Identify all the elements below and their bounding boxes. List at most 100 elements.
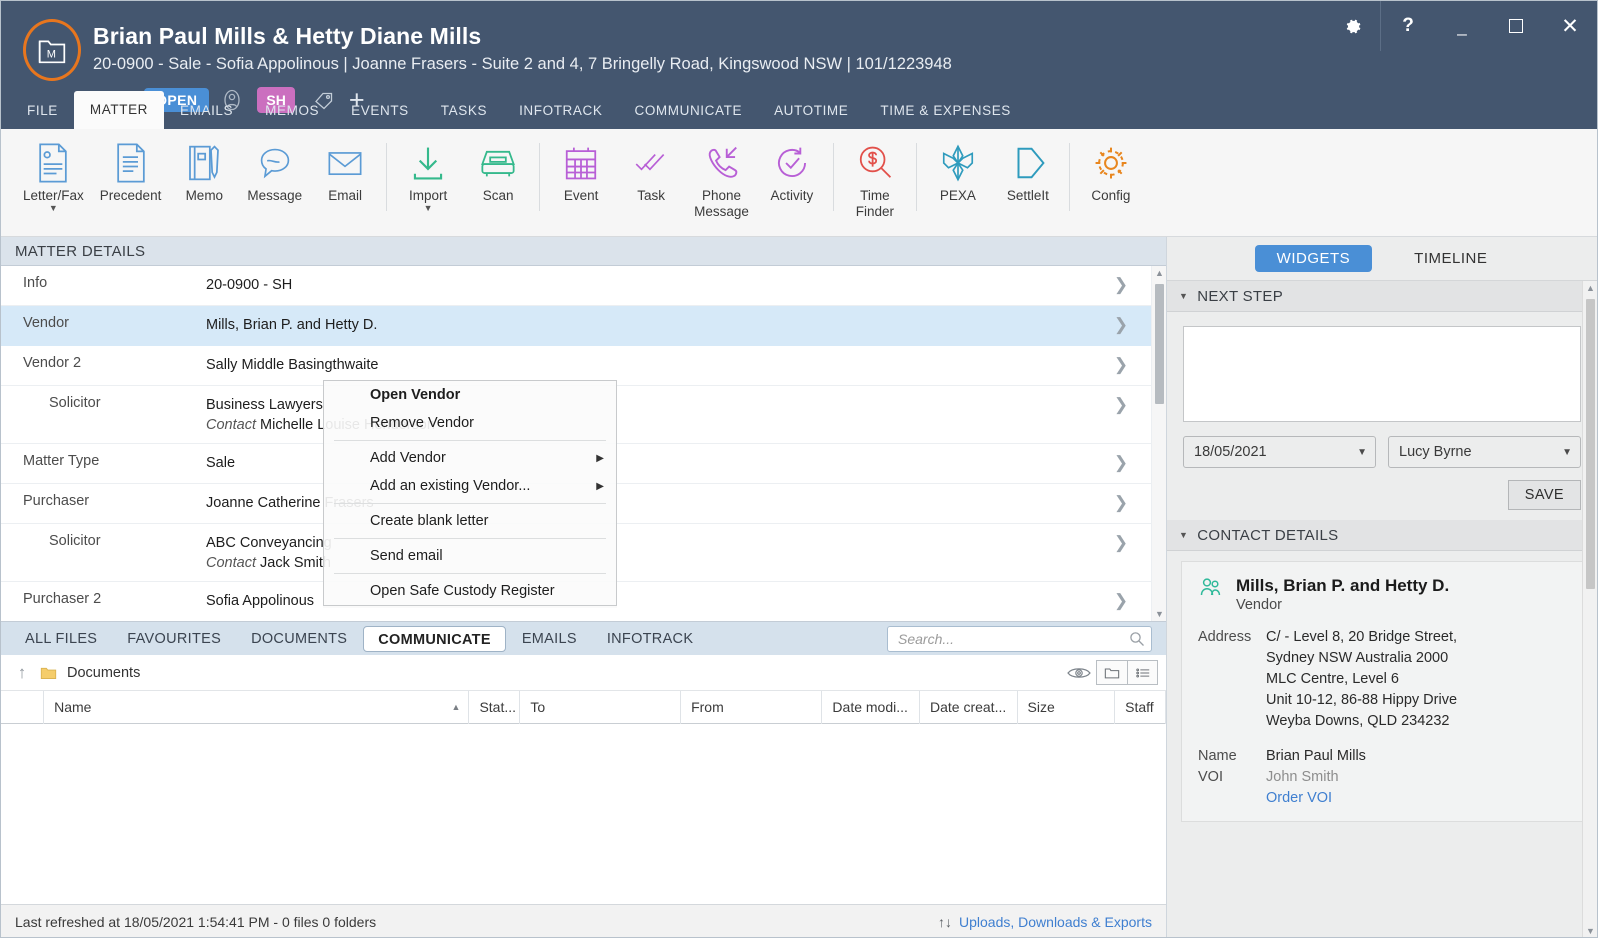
column-header-staff[interactable]: Staff [1115,690,1166,724]
chevron-right-icon[interactable]: ❯ [1091,591,1151,611]
scroll-thumb[interactable] [1586,299,1595,589]
ribbon-task-button[interactable]: Task [616,129,686,204]
context-menu-item-add-vendor[interactable]: Add Vendor ▶ [324,444,616,472]
column-header-stat[interactable]: Stat... [469,690,521,724]
tab-tasks[interactable]: TASKS [425,93,503,129]
matter-detail-row[interactable]: Vendor Mills, Brian P. and Hetty D. ❯ [1,306,1151,346]
matter-detail-key: Vendor [23,315,69,331]
ribbon-item-label: Event [563,188,599,203]
ribbon-pexa-button[interactable]: PEXA [923,129,993,204]
scroll-thumb[interactable] [1155,284,1164,404]
file-tab-infotrack[interactable]: INFOTRACK [593,626,707,652]
tab-communicate[interactable]: COMMUNICATE [618,93,758,129]
ribbon-message-button[interactable]: Message [239,129,310,204]
ribbon-precedent-button[interactable]: Precedent [92,129,170,204]
minimize-button[interactable]: _ [1435,1,1489,51]
matter-details-scrollbar[interactable]: ▲ ▼ [1151,266,1166,621]
matter-detail-row[interactable]: Info 20-0900 - SH ❯ [1,266,1151,306]
scroll-down-arrow[interactable]: ▼ [1152,609,1167,619]
chevron-down-icon[interactable]: ▼ [23,203,84,213]
tab-time-expenses[interactable]: TIME & EXPENSES [864,93,1027,129]
scroll-up-arrow[interactable]: ▲ [1152,268,1167,278]
breadcrumb-label[interactable]: Documents [67,665,140,681]
context-menu-item-create-blank-letter[interactable]: Create blank letter [324,507,616,535]
chevron-down-icon[interactable]: ▼ [401,203,455,213]
maximize-button[interactable] [1489,1,1543,51]
main-body: MATTER DETAILS Info 20-0900 - SH ❯ Vendor Mi… [1,237,1597,937]
column-header-to[interactable]: To [520,690,682,724]
tab-autotime[interactable]: AUTOTIME [758,93,864,129]
scroll-down-arrow[interactable]: ▼ [1583,926,1597,936]
ribbon-activity-button[interactable]: Activity [757,129,827,204]
help-button[interactable]: ? [1381,1,1435,51]
tab-emails[interactable]: EMAILS [164,93,249,129]
phone-icon [694,139,749,187]
file-tab-all-files[interactable]: ALL FILES [11,626,111,652]
contact-role: Vendor [1236,597,1282,613]
context-menu-item-open-safe-custody-register[interactable]: Open Safe Custody Register [324,577,616,605]
context-menu-item-send-email[interactable]: Send email [324,542,616,570]
chevron-right-icon[interactable]: ❯ [1091,493,1151,513]
ribbon-time-finder-button[interactable]: Time Finder [840,129,910,220]
column-header-from[interactable]: From [681,690,823,724]
precedent-icon [100,139,162,187]
settings-gear-icon[interactable] [1326,1,1380,51]
chevron-right-icon[interactable]: ❯ [1091,395,1151,415]
ribbon-event-button[interactable]: Event [546,129,616,204]
context-menu-item-open-vendor[interactable]: Open Vendor [324,381,616,409]
ribbon-email-button[interactable]: Email [310,129,380,204]
column-header-label: Size [1027,698,1055,715]
ribbon-phone-message-button[interactable]: Phone Message [686,129,757,220]
column-header-date-creat[interactable]: Date creat... [920,690,1018,724]
tab-file[interactable]: FILE [11,93,74,129]
order-voi-link[interactable]: Order VOI [1266,788,1339,809]
file-list-body[interactable] [1,724,1166,904]
context-menu-item-remove-vendor[interactable]: Remove Vendor [324,409,616,437]
chevron-right-icon[interactable]: ❯ [1091,315,1151,335]
chevron-right-icon[interactable]: ❯ [1091,453,1151,473]
widget-tab-widgets[interactable]: WIDGETS [1254,245,1373,272]
preview-eye-icon[interactable] [1062,666,1096,680]
file-tab-documents[interactable]: DOCUMENTS [237,626,361,652]
chevron-right-icon[interactable]: ❯ [1091,533,1151,553]
file-tab-favourites[interactable]: FAVOURITES [113,626,235,652]
tab-memos[interactable]: MEMOS [249,93,335,129]
save-button[interactable]: SAVE [1507,480,1581,510]
next-step-date-select[interactable]: 18/05/2021 ▼ [1183,436,1376,468]
context-menu-item-add-an-existing-vendor[interactable]: Add an existing Vendor... ▶ [324,472,616,500]
tab-events[interactable]: EVENTS [335,93,425,129]
next-step-staff-select[interactable]: Lucy Byrne ▼ [1388,436,1581,468]
chevron-right-icon[interactable]: ❯ [1091,355,1151,375]
next-step-note-input[interactable] [1183,326,1581,422]
collapse-caret-icon[interactable]: ▼ [1179,291,1188,301]
up-folder-icon[interactable]: ↑ [9,663,35,683]
ribbon-import-button[interactable]: Import ▼ [393,129,463,213]
file-tab-emails[interactable]: EMAILS [508,626,591,652]
voi-value: John Smith [1266,769,1339,785]
widget-tab-timeline[interactable]: TIMELINE [1392,245,1509,272]
scroll-up-arrow[interactable]: ▲ [1583,283,1597,293]
close-button[interactable]: ✕ [1543,1,1597,51]
matter-detail-key: Matter Type [23,453,100,469]
file-tab-communicate[interactable]: COMMUNICATE [363,625,506,652]
tab-infotrack[interactable]: INFOTRACK [503,93,618,129]
contact-details-section-header[interactable]: ▼ CONTACT DETAILS [1167,520,1597,551]
ribbon-settleit-button[interactable]: SettleIt [993,129,1063,204]
ribbon-letter-fax-button[interactable]: Letter/Fax ▼ [15,129,92,213]
collapse-caret-icon[interactable]: ▼ [1179,530,1188,540]
ribbon-memo-button[interactable]: Memo [169,129,239,204]
column-header-date-modi[interactable]: Date modi... [822,690,920,724]
tab-matter[interactable]: MATTER [73,91,165,129]
column-header-name[interactable]: Name ▲ [44,690,470,724]
chevron-right-icon[interactable]: ❯ [1091,275,1151,295]
right-panel-scrollbar[interactable]: ▲ ▼ [1582,281,1597,937]
column-header-size[interactable]: Size [1018,690,1116,724]
ribbon-config-button[interactable]: Config [1076,129,1146,204]
search-input[interactable] [887,625,1152,652]
uploads-downloads-link[interactable]: ↑↓ Uploads, Downloads & Exports [938,914,1152,930]
settleit-icon [1001,139,1055,187]
folder-view-toggle[interactable] [1096,660,1127,685]
next-step-section-header[interactable]: ▼ NEXT STEP [1167,281,1597,312]
ribbon-scan-button[interactable]: Scan [463,129,533,204]
list-view-toggle[interactable] [1127,660,1158,685]
